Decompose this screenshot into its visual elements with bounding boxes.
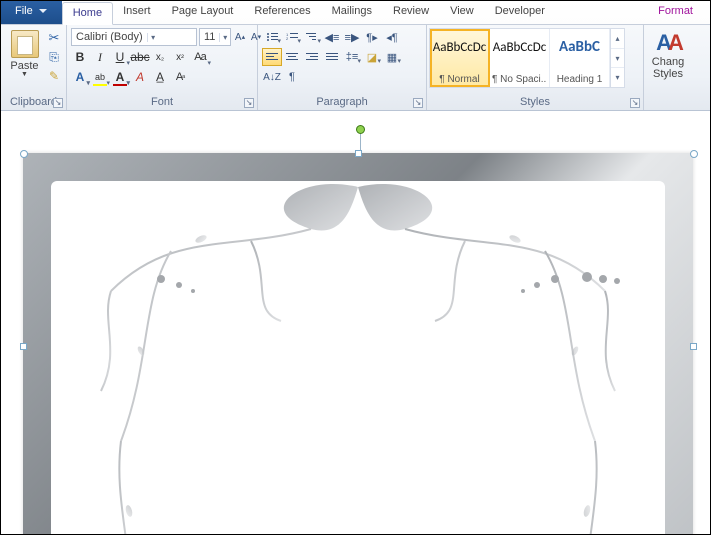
resize-handle-l[interactable] <box>20 343 27 350</box>
group-label-clipboard: Clipboard ↘ <box>1 95 66 110</box>
ltr-button[interactable]: ¶▸ <box>362 28 382 46</box>
style-heading1[interactable]: AaBbC Heading 1 <box>550 29 610 87</box>
resize-handle-tl[interactable] <box>20 150 28 158</box>
style-sample: AaBbC <box>552 31 607 63</box>
tab-page-layout[interactable]: Page Layout <box>162 1 245 24</box>
gallery-down-button[interactable]: ▾ <box>611 49 624 69</box>
align-center-button[interactable] <box>282 48 302 66</box>
change-case-button[interactable]: Aa▾ <box>191 48 209 66</box>
borders-button[interactable]: ▦▾ <box>382 48 402 66</box>
chevron-down-icon[interactable]: ▼ <box>21 72 28 78</box>
format-painter-button[interactable]: ✎ <box>46 68 62 84</box>
justify-button[interactable] <box>322 48 342 66</box>
style-name: Heading 1 <box>552 74 607 85</box>
cut-button[interactable]: ✂ <box>46 30 62 46</box>
resize-handle-r[interactable] <box>690 343 697 350</box>
underline-button[interactable]: U▾ <box>111 48 129 66</box>
bullets-button[interactable]: ▾ <box>262 28 282 46</box>
group-paragraph: ▾ 12▾ ▾ ◀≡ ≡▶ ¶▸ ◂¶ ‡≡▾ ◪▾ ▦▾ A↓Z ¶ <box>258 25 427 110</box>
font-name-value: Calibri (Body) <box>72 31 147 43</box>
clear-formatting-button[interactable]: A <box>131 68 149 86</box>
decrease-indent-button[interactable]: ◀≡ <box>322 28 342 46</box>
phonetic-guide-button[interactable]: Aᵃ <box>171 68 189 86</box>
subscript-button[interactable]: x₂ <box>151 48 169 66</box>
style-name: ¶ No Spaci... <box>492 74 547 85</box>
copy-button[interactable]: ⎘ <box>46 49 62 65</box>
group-label-styles: Styles ↘ <box>427 95 643 110</box>
multilevel-list-button[interactable]: ▾ <box>302 28 322 46</box>
chevron-down-icon[interactable]: ▾ <box>147 33 159 42</box>
rotation-handle[interactable] <box>356 125 365 134</box>
grow-font-button[interactable]: A▴ <box>233 28 247 46</box>
dialog-launcher-icon[interactable]: ↘ <box>244 98 254 108</box>
text-effects-button[interactable]: A▾ <box>71 68 89 86</box>
style-gallery: AaBbCcDc ¶ Normal AaBbCcDc ¶ No Spaci...… <box>429 28 625 88</box>
style-no-spacing[interactable]: AaBbCcDc ¶ No Spaci... <box>490 29 550 87</box>
gallery-up-button[interactable]: ▴ <box>611 29 624 49</box>
style-sample: AaBbCcDc <box>492 31 547 63</box>
group-clipboard: Paste ▼ ✂ ⎘ ✎ Clipboard ↘ <box>1 25 67 110</box>
resize-handle-tr[interactable] <box>690 150 698 158</box>
page-inner <box>51 181 665 534</box>
change-styles-label2: Styles <box>653 68 683 80</box>
italic-button[interactable]: I <box>91 48 109 66</box>
group-styles: AaBbCcDc ¶ Normal AaBbCcDc ¶ No Spaci...… <box>427 25 644 110</box>
change-styles-button[interactable]: AA Chang Styles <box>648 28 688 80</box>
tab-format[interactable]: Format <box>648 1 704 24</box>
superscript-button[interactable]: x² <box>171 48 189 66</box>
floral-border-decoration <box>51 181 665 534</box>
ribbon: Paste ▼ ✂ ⎘ ✎ Clipboard ↘ Calibri (Body)… <box>1 25 710 111</box>
line-spacing-button[interactable]: ‡≡▾ <box>342 48 362 66</box>
tab-references[interactable]: References <box>244 1 321 24</box>
dialog-launcher-icon[interactable]: ↘ <box>630 98 640 108</box>
chevron-down-icon[interactable]: ▾ <box>219 33 230 42</box>
tab-file[interactable]: File <box>1 1 62 24</box>
resize-handle-t[interactable] <box>355 150 362 157</box>
font-size-value: 11 <box>200 31 219 43</box>
change-styles-icon: AA <box>656 30 680 56</box>
dialog-launcher-icon[interactable]: ↘ <box>413 98 423 108</box>
paste-button[interactable]: Paste ▼ <box>5 28 44 78</box>
group-label-paragraph: Paragraph ↘ <box>258 95 426 110</box>
rtl-button[interactable]: ◂¶ <box>382 28 402 46</box>
tab-mailings[interactable]: Mailings <box>322 1 383 24</box>
style-normal[interactable]: AaBbCcDc ¶ Normal <box>430 29 490 87</box>
increase-indent-button[interactable]: ≡▶ <box>342 28 362 46</box>
numbering-button[interactable]: 12▾ <box>282 28 302 46</box>
tab-home[interactable]: Home <box>62 2 113 25</box>
tab-view[interactable]: View <box>440 1 485 24</box>
tab-developer[interactable]: Developer <box>485 1 556 24</box>
highlight-button[interactable]: ab▾ <box>91 68 109 86</box>
bold-button[interactable]: B <box>71 48 89 66</box>
group-label-font: Font ↘ <box>67 95 257 110</box>
dialog-launcher-icon[interactable]: ↘ <box>53 98 63 108</box>
group-font: Calibri (Body) ▾ 11 ▾ A▴ A▾ B I U▾ abc x… <box>67 25 258 110</box>
tab-review[interactable]: Review <box>383 1 440 24</box>
svg-text:2: 2 <box>286 36 289 41</box>
character-border-button[interactable]: A̲ <box>151 68 169 86</box>
style-name: ¶ Normal <box>432 74 487 85</box>
rotation-connector <box>360 134 361 151</box>
align-left-button[interactable] <box>262 48 282 66</box>
style-sample: AaBbCcDc <box>432 31 487 63</box>
tab-insert[interactable]: Insert <box>113 1 162 24</box>
show-marks-button[interactable]: ¶ <box>282 68 302 86</box>
font-name-combo[interactable]: Calibri (Body) ▾ <box>71 28 197 46</box>
change-styles-label: Chang <box>652 56 684 68</box>
shading-button[interactable]: ◪▾ <box>362 48 382 66</box>
font-color-button[interactable]: A▾ <box>111 68 129 86</box>
selected-image[interactable] <box>23 153 693 534</box>
group-change-styles: AA Chang Styles <box>644 25 692 110</box>
document-canvas[interactable] <box>1 111 710 534</box>
sort-button[interactable]: A↓Z <box>262 68 282 86</box>
ribbon-tabs: File Home Insert Page Layout References … <box>1 1 710 25</box>
strike-button[interactable]: abc <box>131 48 149 66</box>
gallery-more-button[interactable]: ▾ <box>611 68 624 87</box>
paste-icon <box>11 30 39 58</box>
align-right-button[interactable] <box>302 48 322 66</box>
font-size-combo[interactable]: 11 ▾ <box>199 28 231 46</box>
